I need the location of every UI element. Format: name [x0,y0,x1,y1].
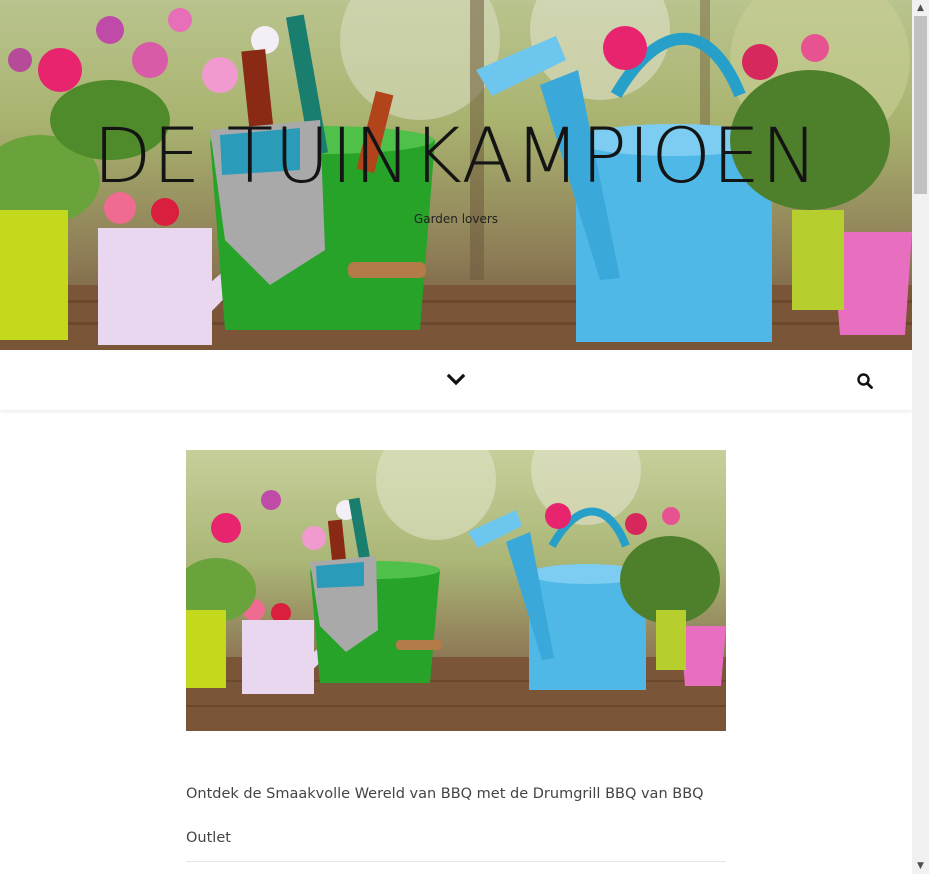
main-navigation [0,350,912,410]
chevron-down-icon [446,373,466,386]
search-icon [857,373,873,389]
scroll-thumb[interactable] [914,16,927,194]
search-button[interactable] [855,371,875,391]
post-title-link[interactable]: Ontdek de Smaakvolle Wereld van BBQ met … [186,772,726,860]
menu-toggle-button[interactable] [445,371,467,389]
header-banner: DE TUINKAMPIOEN Garden lovers [0,0,912,350]
site-title[interactable]: DE TUINKAMPIOEN [0,118,912,194]
scroll-up-arrow-icon[interactable]: ▲ [912,0,929,16]
site-tagline: Garden lovers [413,212,499,226]
featured-image-graphic [186,450,726,731]
scroll-down-arrow-icon[interactable]: ▼ [912,858,929,874]
post-divider [186,861,726,862]
vertical-scrollbar[interactable]: ▲ ▼ [912,0,929,874]
featured-image[interactable] [186,450,726,731]
